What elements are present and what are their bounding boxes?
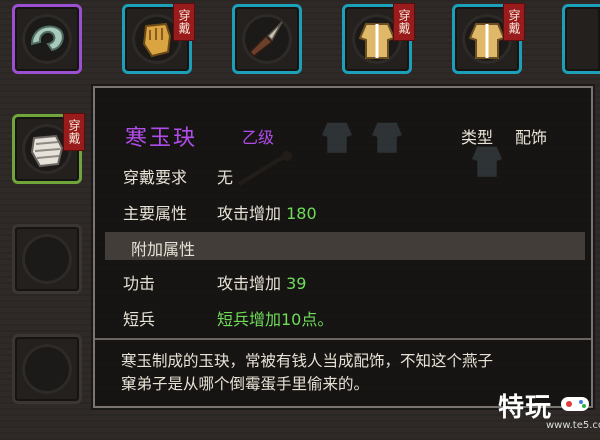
ghost-robe-icon — [322, 122, 352, 153]
short-weapon-label: 短兵 — [123, 310, 156, 329]
extra-attribute-heading: 附加属性 — [131, 240, 196, 259]
attack-label: 功击 — [123, 274, 156, 293]
attack-number: 39 — [286, 274, 307, 293]
attack-text: 攻击增加 — [217, 274, 282, 293]
main-attribute-text: 攻击增加 — [217, 204, 282, 223]
inventory-slot-robe-yellow-2[interactable]: 穿戴 — [452, 3, 525, 74]
main-attribute-label: 主要属性 — [123, 204, 188, 223]
inventory-slot-empty[interactable] — [12, 224, 82, 294]
inventory-slot-jade-ring[interactable] — [12, 4, 82, 74]
item-type-label: 类型 — [461, 128, 494, 147]
wear-requirement-label: 穿戴要求 — [123, 168, 188, 187]
ghost-robe-icon — [372, 122, 402, 153]
equipped-badge: 穿戴 — [393, 3, 415, 41]
watermark-url: www.te5.com — [546, 420, 600, 431]
inventory-slot-golden-glove[interactable]: 穿戴 — [122, 3, 195, 74]
inventory-slot-empty[interactable] — [12, 334, 82, 404]
description-line: 寒玉制成的玉玦，常被有钱人当成配饰，不知这个燕子 — [121, 352, 494, 370]
ghost-pipe-icon — [237, 151, 292, 186]
short-weapon-value: 短兵增加10点。 — [217, 310, 334, 329]
inventory-slot-partial[interactable] — [562, 4, 600, 74]
site-watermark: 特玩 www.te5.com — [498, 387, 600, 437]
attack-value: 攻击增加 39 — [217, 270, 306, 294]
main-attribute-number: 180 — [286, 204, 317, 223]
wear-requirement-value: 无 — [217, 168, 234, 187]
main-attribute-value: 攻击增加 180 — [217, 200, 317, 224]
tooltip-divider — [95, 338, 591, 340]
inventory-slot-robe-yellow[interactable]: 穿戴 — [342, 3, 415, 74]
inventory-slot-bandaged-fist[interactable]: 穿戴 — [12, 113, 85, 184]
inventory-slot-dagger[interactable] — [232, 4, 302, 74]
item-grade: 乙级 — [242, 128, 275, 147]
item-title: 寒玉玦 — [125, 126, 198, 151]
equipped-badge: 穿戴 — [173, 3, 195, 41]
equipped-badge: 穿戴 — [503, 3, 525, 41]
item-type-value: 配饰 — [515, 128, 548, 147]
extra-attribute-section: 附加属性 — [105, 232, 585, 260]
gamepad-icon — [561, 397, 589, 411]
jade-ring-icon — [30, 25, 64, 52]
equipped-badge: 穿戴 — [63, 113, 85, 151]
watermark-logo-text: 特玩 — [498, 393, 553, 423]
dagger-icon — [248, 21, 283, 57]
item-tooltip: 寒玉玦 乙级 类型 配饰 穿戴要求 无 主要属性 攻击增加 180 附加属性 功… — [93, 86, 593, 408]
